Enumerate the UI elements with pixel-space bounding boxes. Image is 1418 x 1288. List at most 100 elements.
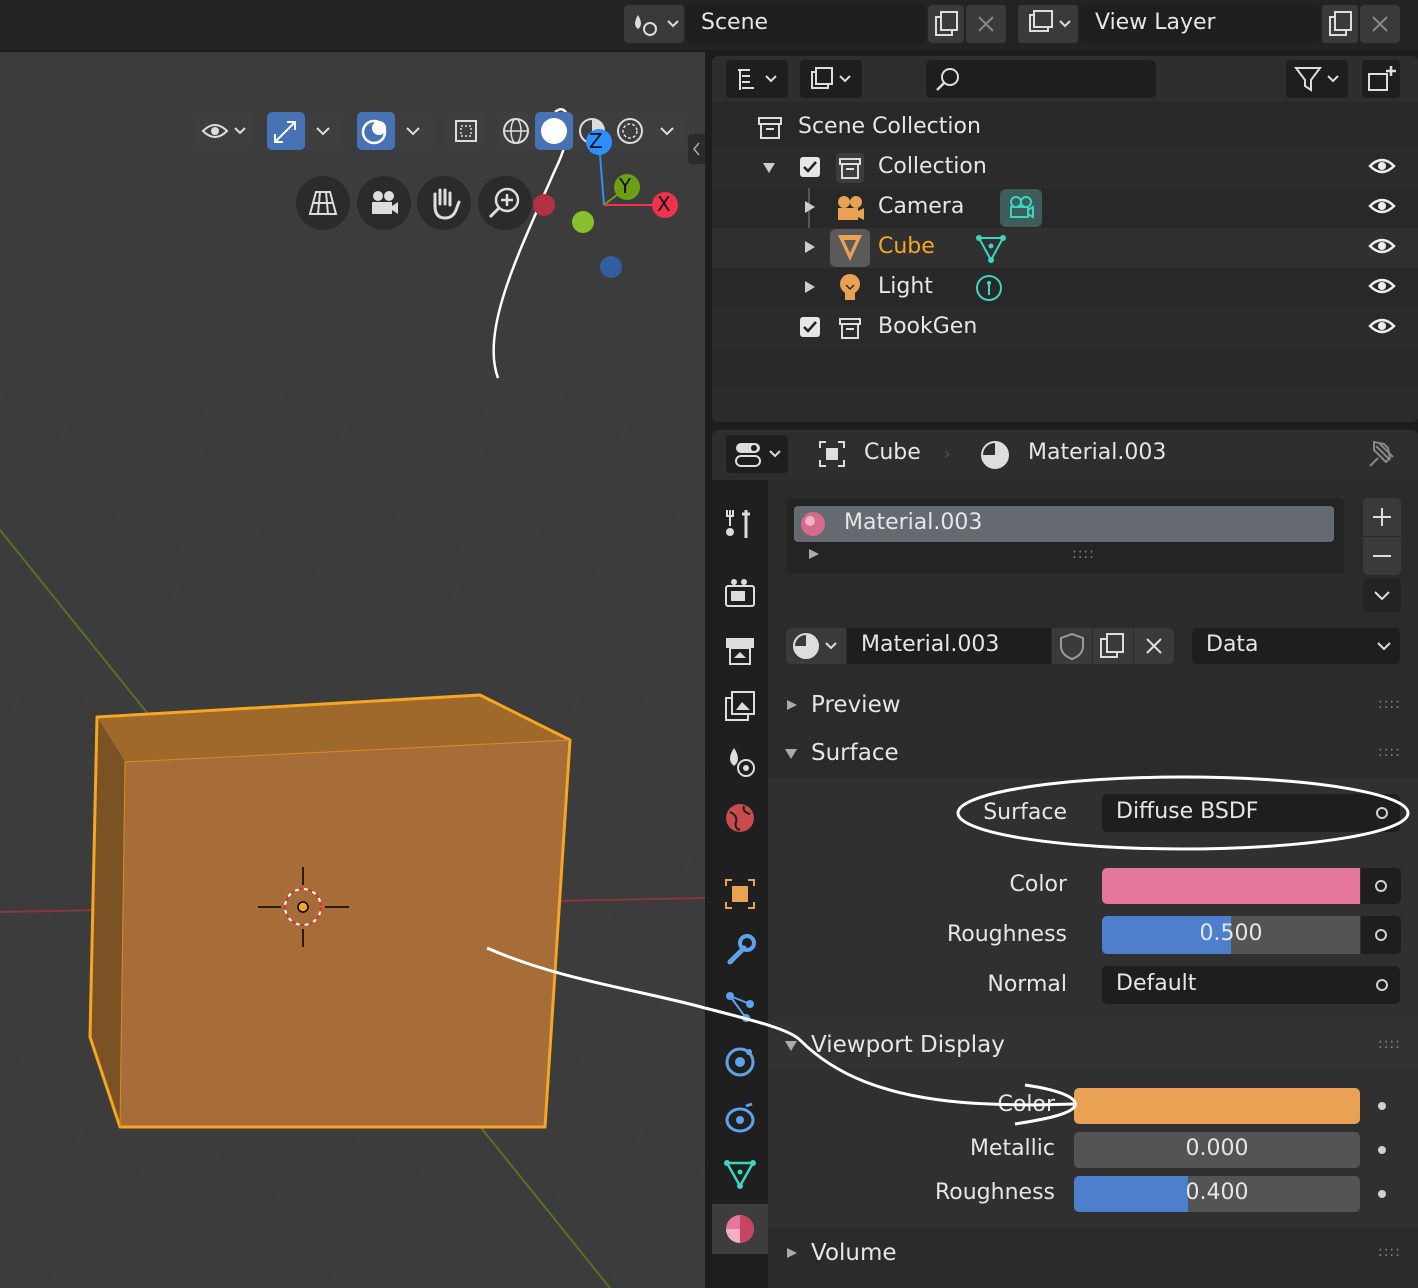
delete-view-layer-icon[interactable] [1360, 5, 1400, 43]
view-layer-name-field[interactable]: View Layer [1080, 5, 1320, 43]
viewport-display-panel-header[interactable]: Viewport Display :::: [768, 1022, 1418, 1068]
duplicate-view-layer-icon[interactable] [1322, 5, 1358, 43]
bookgen-checkbox[interactable] [800, 317, 820, 337]
toggle-perspective-icon[interactable] [296, 176, 350, 230]
mesh-data-tab-icon[interactable] [720, 1154, 760, 1194]
material-name-field[interactable]: Material.003 [847, 628, 1051, 664]
outliner-row-collection[interactable]: Collection [712, 148, 1418, 188]
link-mode-dropdown[interactable]: Data [1192, 628, 1400, 664]
outliner-panel: Scene Collection Collection Camera Cube … [712, 56, 1418, 422]
socket-icon[interactable] [1376, 979, 1388, 991]
material-slot-row[interactable]: Material.003 [794, 506, 1334, 542]
expand-arrow-icon [787, 700, 797, 710]
remove-slot-button[interactable] [1363, 537, 1401, 575]
editor-type-button[interactable] [726, 435, 788, 473]
collection-checkbox[interactable] [800, 157, 820, 177]
animate-property-icon[interactable] [1378, 1102, 1386, 1110]
panel-grip[interactable]: :::: [1378, 696, 1401, 712]
material-slot-icon [801, 512, 825, 536]
surface-normal-label: Normal [987, 972, 1067, 997]
surface-roughness-slider[interactable]: 0.500 [1102, 916, 1360, 954]
view-layer-filter-button[interactable] [800, 60, 862, 98]
viewport-metallic-slider[interactable]: 0.000 [1074, 1132, 1360, 1168]
viewport-color-swatch[interactable] [1074, 1088, 1360, 1124]
sidebar-toggle-icon[interactable] [688, 134, 705, 164]
filter-icon[interactable] [1286, 60, 1348, 98]
properties-editor: Cube › Material.003 Material.003 :::: Ma… [712, 430, 1418, 1288]
camera-data-icon[interactable] [1000, 189, 1042, 227]
3d-viewport[interactable]: Z Y X [0, 52, 705, 1288]
properties-header: Cube › Material.003 [712, 430, 1418, 480]
surface-normal-field[interactable]: Default [1102, 966, 1400, 1004]
pan-hand-icon[interactable] [417, 176, 471, 230]
surface-panel-header[interactable]: Surface :::: [768, 730, 1418, 776]
scene-selector-button[interactable] [624, 5, 684, 43]
world-tab-icon[interactable] [720, 798, 760, 838]
object-tab-icon[interactable] [720, 874, 760, 914]
overlays-dropdown-button[interactable] [395, 112, 433, 150]
surface-color-socket-button[interactable] [1361, 868, 1401, 904]
show-overlays-icon[interactable] [357, 112, 395, 150]
slot-specials-button[interactable] [1363, 578, 1401, 612]
unlink-material-icon[interactable] [1134, 628, 1174, 664]
surface-shader-dropdown[interactable]: Diffuse BSDF [1102, 794, 1400, 832]
viewport-roughness-slider[interactable]: 0.400 [1074, 1176, 1360, 1212]
collapse-arrow-icon [763, 163, 775, 173]
view-object-types-button[interactable] [193, 112, 253, 150]
outliner-search-input[interactable] [926, 60, 1156, 98]
browse-material-button[interactable] [786, 628, 846, 664]
surface-roughness-socket-button[interactable] [1361, 916, 1401, 954]
panel-grip[interactable]: :::: [1378, 744, 1401, 760]
outliner-row-camera[interactable]: Camera [712, 188, 1418, 348]
camera-view-icon[interactable] [357, 176, 411, 230]
duplicate-material-icon[interactable] [1093, 628, 1133, 664]
material-tab-icon[interactable] [712, 1204, 768, 1254]
expand-arrow-icon [787, 1248, 797, 1258]
toggle-xray-icon[interactable] [447, 112, 485, 150]
modifier-tab-icon[interactable] [720, 930, 760, 970]
constraints-tab-icon[interactable] [720, 1098, 760, 1138]
add-slot-button[interactable] [1363, 498, 1401, 536]
render-tab-icon[interactable] [720, 574, 760, 614]
delete-scene-icon[interactable] [966, 5, 1006, 43]
outliner-row-light[interactable]: Light [712, 268, 1418, 308]
scene-tab-icon[interactable] [720, 742, 760, 782]
surface-color-swatch[interactable] [1102, 868, 1360, 904]
surface-roughness-label: Roughness [946, 922, 1067, 947]
navigation-gizmo[interactable] [520, 124, 700, 344]
new-collection-icon[interactable] [1362, 60, 1400, 98]
animate-property-icon[interactable] [1378, 1190, 1386, 1198]
socket-icon[interactable] [1376, 807, 1388, 819]
view-layer-tab-icon[interactable] [720, 686, 760, 726]
preview-panel-header[interactable]: Preview :::: [768, 682, 1418, 728]
display-mode-button[interactable] [726, 60, 788, 98]
outliner-row-bookgen[interactable]: BookGen [712, 308, 1418, 348]
scene-name-text: Scene [701, 10, 769, 35]
panel-grip[interactable]: :::: [1378, 1244, 1401, 1260]
cube-object [88, 693, 572, 1129]
volume-panel-header[interactable]: Volume :::: [768, 1230, 1418, 1276]
fake-user-shield-icon[interactable] [1052, 628, 1092, 664]
gizmo-z-label: Z [589, 129, 603, 153]
duplicate-scene-icon[interactable] [928, 5, 964, 43]
mesh-object-icon[interactable] [830, 229, 870, 267]
view-layer-selector-button[interactable] [1018, 5, 1078, 43]
surface-color-label: Color [1009, 872, 1067, 897]
collection-icon [836, 153, 864, 183]
physics-tab-icon[interactable] [720, 1042, 760, 1082]
list-resize-grip[interactable]: :::: [1072, 546, 1095, 562]
show-gizmo-icon[interactable] [267, 112, 305, 150]
outliner-row-scene-collection[interactable]: Scene Collection [712, 108, 1418, 148]
preview-panel-title: Preview [811, 692, 901, 718]
pin-icon[interactable] [1364, 438, 1398, 472]
gizmo-dropdown-button[interactable] [305, 112, 343, 150]
outliner-row-cube[interactable]: Cube [712, 228, 1418, 268]
animate-property-icon[interactable] [1378, 1146, 1386, 1154]
camera-label: Camera [878, 194, 965, 219]
tool-tab-icon[interactable] [720, 504, 760, 544]
particles-tab-icon[interactable] [720, 986, 760, 1026]
output-tab-icon[interactable] [720, 630, 760, 670]
panel-grip[interactable]: :::: [1378, 1036, 1401, 1052]
expand-arrow-icon [805, 281, 815, 293]
scene-name-field[interactable]: Scene [686, 5, 926, 43]
